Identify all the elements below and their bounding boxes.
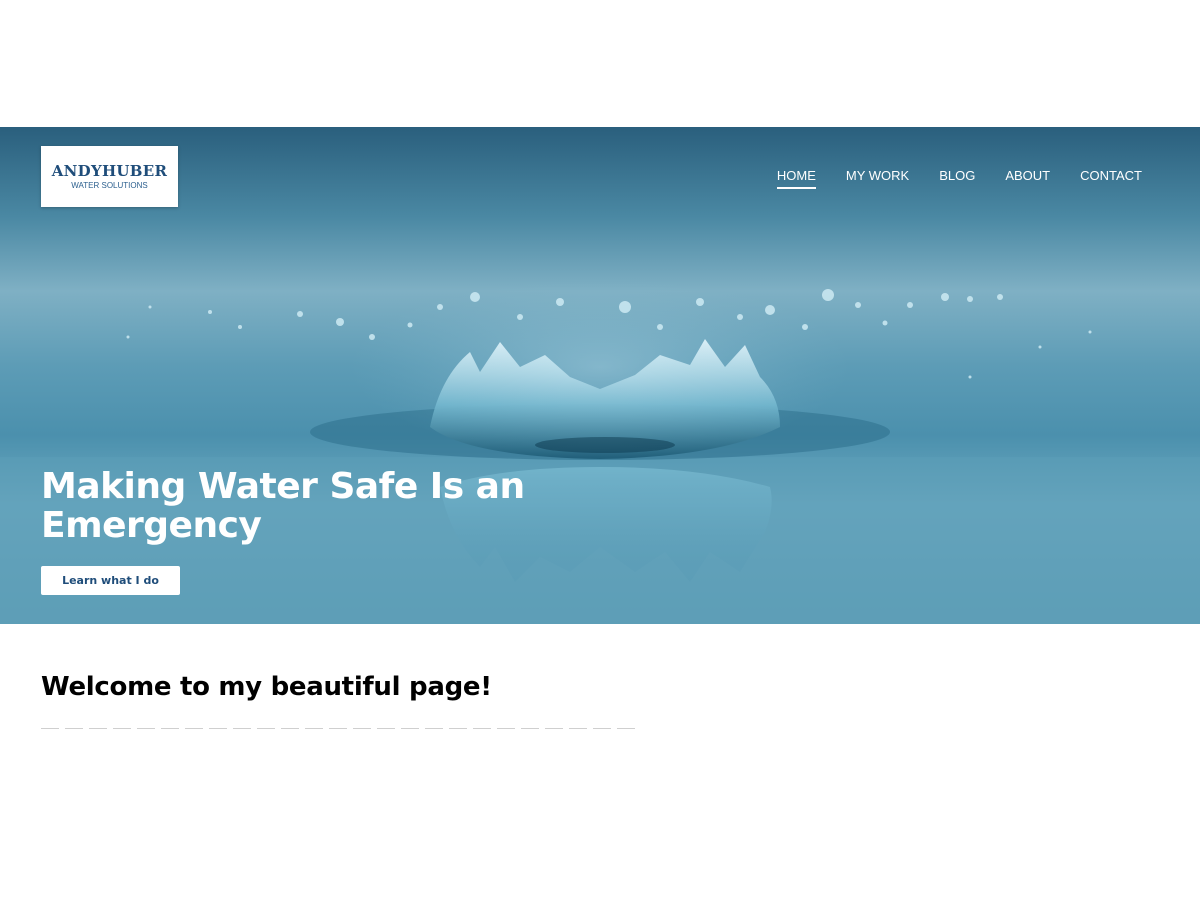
logo-name: ANDYHUBER xyxy=(51,162,168,180)
page-heading: Welcome to my beautiful page! xyxy=(41,672,492,702)
nav-item-blog[interactable]: BLOG xyxy=(939,168,975,189)
page-frame: ANDYHUBER WATER SOLUTIONS HOME MY WORK B… xyxy=(0,127,1200,730)
water-splash-image xyxy=(0,277,1200,624)
hero-section: ANDYHUBER WATER SOLUTIONS HOME MY WORK B… xyxy=(0,127,1200,624)
learn-more-button[interactable]: Learn what I do xyxy=(41,566,180,595)
hero-title: Making Water Safe Is an Emergency xyxy=(41,466,525,546)
logo-tagline: WATER SOLUTIONS xyxy=(71,181,148,190)
nav-item-my-work[interactable]: MY WORK xyxy=(846,168,909,189)
nav-item-about[interactable]: ABOUT xyxy=(1005,168,1050,189)
intro-text-cutoff xyxy=(41,726,641,730)
nav-item-home[interactable]: HOME xyxy=(776,168,816,189)
main-nav: HOME MY WORK BLOG ABOUT CONTACT xyxy=(747,168,1142,189)
nav-item-contact[interactable]: CONTACT xyxy=(1080,168,1142,189)
site-logo[interactable]: ANDYHUBER WATER SOLUTIONS xyxy=(41,146,178,207)
